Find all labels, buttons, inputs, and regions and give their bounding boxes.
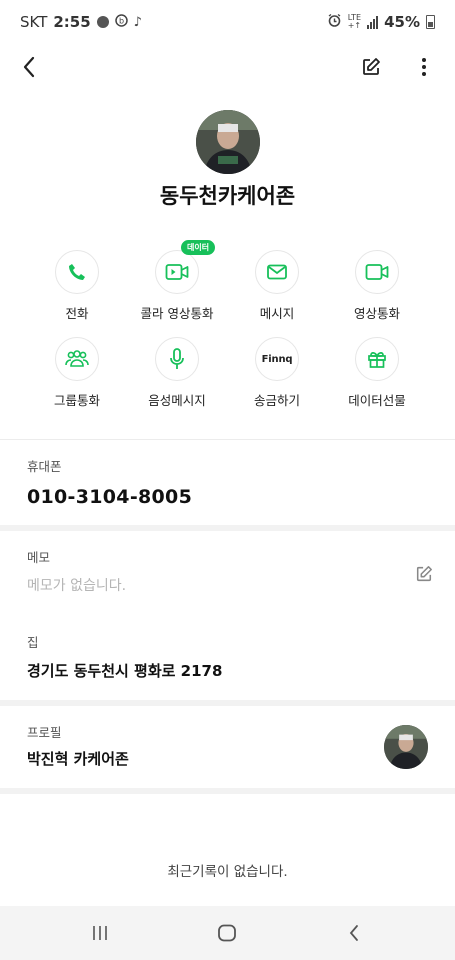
voice-message-button[interactable]: [155, 337, 199, 381]
video-call-icon: [165, 264, 189, 280]
contact-name: 동두천카케어존: [159, 184, 296, 208]
section-divider: [0, 525, 455, 531]
back-button[interactable]: [14, 52, 44, 82]
mic-icon: [170, 348, 184, 369]
clock: 2:55: [53, 13, 91, 31]
memo-label: 메모: [27, 550, 51, 565]
home-button[interactable]: [207, 918, 247, 948]
battery-percent: 45%: [384, 13, 420, 31]
recent-history-empty: 최근기록이 없습니다.: [167, 864, 288, 880]
b-app-icon: b: [114, 13, 128, 31]
group-call-action[interactable]: 그룹통화: [27, 337, 127, 409]
send-money-action[interactable]: Finnq 송금하기: [227, 337, 327, 409]
data-gift-label: 데이터선물: [348, 393, 406, 408]
send-money-button[interactable]: Finnq: [255, 337, 299, 381]
edit-icon: [416, 566, 432, 582]
chat-notification-icon: [96, 16, 109, 28]
section-divider: [0, 700, 455, 706]
recent-apps-icon: [93, 926, 107, 940]
section-divider: [0, 788, 455, 794]
group-icon: [65, 350, 89, 367]
video-icon: [365, 264, 389, 280]
system-nav-bar: [0, 906, 455, 960]
more-vert-icon: [422, 58, 426, 76]
back-arrow-icon: [23, 56, 35, 78]
edit-contact-button[interactable]: [356, 52, 386, 82]
memo-placeholder[interactable]: 메모가 없습니다.: [27, 575, 126, 595]
home-icon: [218, 924, 236, 942]
send-money-label: 송금하기: [253, 393, 300, 408]
gift-icon: [368, 352, 386, 368]
memo-edit-button[interactable]: [412, 562, 436, 586]
data-gift-button[interactable]: [355, 337, 399, 381]
back-icon: [349, 925, 358, 941]
phone-number[interactable]: 010-3104-8005: [27, 486, 192, 508]
cola-video-call-button[interactable]: [155, 250, 199, 294]
message-icon: [267, 264, 287, 280]
recent-apps-button[interactable]: [80, 918, 120, 948]
message-label: 메시지: [259, 306, 295, 321]
phone-icon: [69, 264, 85, 280]
edit-icon: [363, 58, 380, 75]
nav-back-button[interactable]: [334, 918, 374, 948]
contact-avatar[interactable]: [196, 110, 260, 174]
video-call-action[interactable]: 영상통화: [327, 250, 427, 322]
profile-label: 프로필: [27, 725, 62, 740]
tiktok-icon: ♪: [133, 14, 142, 30]
profile-name[interactable]: 박진혁 카케어존: [27, 748, 129, 769]
signal-icon: [367, 15, 379, 29]
call-action[interactable]: 전화: [27, 250, 127, 322]
data-arrows: +↑: [347, 21, 362, 30]
message-action[interactable]: 메시지: [227, 250, 327, 322]
voice-message-action[interactable]: 음성메시지: [127, 337, 227, 409]
svg-text:b: b: [119, 16, 124, 25]
status-bar: SKT 2:55 b ♪ LTE +↑ 45%: [0, 0, 455, 44]
top-app-bar: [0, 44, 455, 90]
data-badge: 데이터: [181, 240, 216, 255]
home-label: 집: [27, 635, 39, 650]
message-button[interactable]: [255, 250, 299, 294]
battery-icon: [426, 15, 435, 29]
more-options-button[interactable]: [410, 52, 438, 82]
group-call-label: 그룹통화: [53, 393, 100, 408]
cola-video-call-action[interactable]: 데이터 콜라 영상통화: [127, 240, 227, 322]
call-button[interactable]: [55, 250, 99, 294]
alarm-icon: [327, 13, 342, 32]
video-call-label: 영상통화: [353, 306, 400, 321]
section-divider: [0, 439, 455, 440]
voice-message-label: 음성메시지: [148, 393, 206, 408]
lte-indicator: LTE +↑: [348, 14, 361, 30]
profile-avatar[interactable]: [384, 725, 428, 769]
finnq-logo: Finnq: [261, 353, 293, 365]
phone-label: 휴대폰: [27, 459, 62, 474]
home-address[interactable]: 경기도 동두천시 평화로 2178: [27, 660, 222, 681]
call-label: 전화: [65, 306, 89, 321]
cola-video-call-label: 콜라 영상통화: [140, 306, 214, 321]
carrier-label: SKT: [20, 13, 48, 31]
video-call-button[interactable]: [355, 250, 399, 294]
group-call-button[interactable]: [55, 337, 99, 381]
data-gift-action[interactable]: 데이터선물: [327, 337, 427, 409]
